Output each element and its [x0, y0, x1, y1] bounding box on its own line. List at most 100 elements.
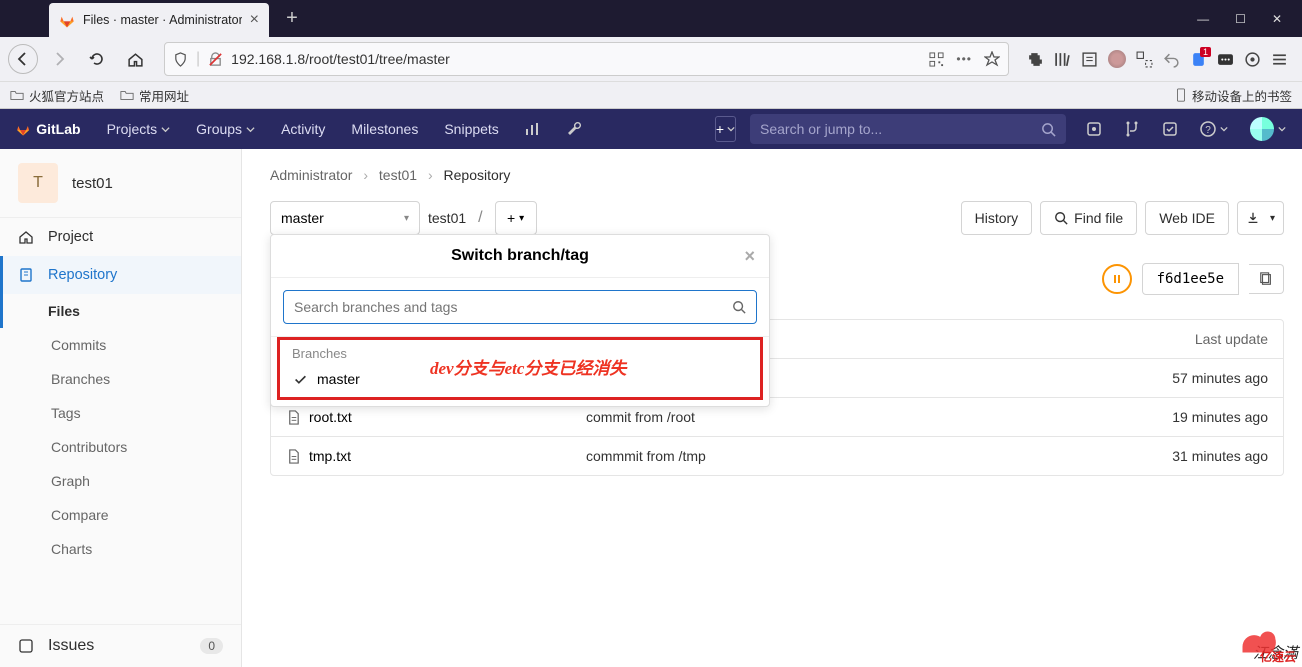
gitlab-header: GitLab Projects Groups Activity Mileston…	[0, 109, 1302, 149]
page-body: T test01 Project Repository Files Commit…	[0, 149, 1302, 667]
crumb-administrator[interactable]: Administrator	[270, 167, 352, 183]
shield-ext-icon[interactable]	[1244, 51, 1261, 68]
sidebar-sub-branches[interactable]: Branches	[0, 362, 241, 396]
undo-icon[interactable]	[1163, 51, 1180, 68]
browser-toolbar-right	[1021, 50, 1294, 68]
download-dropdown[interactable]: ▾	[1237, 201, 1284, 235]
user-menu[interactable]	[1250, 117, 1286, 141]
nav-milestones[interactable]: Milestones	[341, 121, 428, 137]
new-dropdown[interactable]: +	[715, 116, 736, 142]
crumb-project[interactable]: test01	[379, 167, 417, 183]
library-icon[interactable]	[1054, 51, 1071, 68]
commit-sha[interactable]: f6d1ee5e	[1142, 263, 1239, 295]
forward-button[interactable]	[42, 42, 76, 76]
branch-search-input[interactable]	[294, 299, 732, 315]
reload-button[interactable]	[80, 42, 114, 76]
file-time: 31 minutes ago	[1068, 448, 1268, 464]
chevron-down-icon	[161, 125, 170, 134]
profile-avatar-icon[interactable]	[1108, 50, 1126, 68]
gitlab-icon	[59, 12, 75, 28]
ci-status-pending-icon[interactable]	[1102, 264, 1132, 294]
close-icon[interactable]: ×	[744, 246, 755, 267]
search-input[interactable]	[760, 121, 1041, 137]
nav-activity[interactable]: Activity	[271, 121, 335, 137]
nav-admin-wrench-icon[interactable]	[557, 121, 593, 137]
merge-requests-icon[interactable]	[1124, 121, 1140, 137]
search-icon[interactable]	[1041, 122, 1056, 137]
bookmark-firefox[interactable]: 火狐官方站点	[10, 86, 104, 105]
add-file-dropdown[interactable]: + ▾	[495, 201, 537, 235]
window-minimize-icon[interactable]: —	[1197, 12, 1209, 26]
sidebar-item-project[interactable]: Project	[0, 218, 241, 256]
gitlab-brand[interactable]: GitLab	[36, 121, 80, 137]
table-row[interactable]: tmp.txt commmit from /tmp 31 minutes ago	[271, 437, 1283, 475]
copy-sha-button[interactable]	[1249, 264, 1284, 294]
sidebar-sub-graph[interactable]: Graph	[0, 464, 241, 498]
crumb-current: Repository	[444, 167, 511, 183]
find-file-button[interactable]: Find file	[1040, 201, 1137, 235]
reader-icon[interactable]	[1081, 51, 1098, 68]
container-icon[interactable]	[1217, 51, 1234, 68]
extensions-icon[interactable]	[1027, 51, 1044, 68]
mobile-icon	[1175, 88, 1187, 102]
help-dropdown[interactable]: ?	[1200, 121, 1228, 137]
hamburger-menu-icon[interactable]	[1271, 51, 1288, 68]
qr-icon[interactable]	[929, 52, 944, 67]
mobile-bookmarks[interactable]: 移动设备上的书签	[1175, 86, 1292, 105]
urlbar-actions: •••	[929, 51, 1000, 67]
gitlab-logo-icon[interactable]	[16, 118, 30, 140]
url-bar[interactable]: | 192.168.1.8/root/test01/tree/master ••…	[164, 42, 1009, 76]
sidebar-item-label: Repository	[48, 267, 117, 283]
nav-groups[interactable]: Groups	[186, 121, 265, 137]
todos-icon[interactable]	[1162, 121, 1178, 137]
global-search[interactable]	[750, 114, 1066, 144]
sidebar-sub-commits[interactable]: Commits	[0, 328, 241, 362]
nav-label: Groups	[196, 121, 242, 137]
bookmarks-bar: 火狐官方站点 常用网址 移动设备上的书签	[0, 81, 1302, 109]
download-icon	[1246, 211, 1260, 225]
branch-popup-header: Switch branch/tag ×	[271, 235, 769, 278]
chevron-down-icon	[727, 125, 735, 133]
window-controls: — ☐ ✕	[1197, 12, 1302, 26]
file-text-icon	[286, 449, 301, 464]
file-bar: master ▾ test01 / + ▾ History Find file …	[270, 201, 1284, 235]
home-button[interactable]	[118, 42, 152, 76]
web-ide-button[interactable]: Web IDE	[1145, 201, 1229, 235]
path-root[interactable]: test01	[428, 210, 466, 226]
browser-tab-active[interactable]: Files · master · Administrator ×	[49, 3, 269, 37]
sidebar-item-issues[interactable]: Issues 0	[0, 624, 241, 667]
sidebar-sub-contributors[interactable]: Contributors	[0, 430, 241, 464]
nav-snippets[interactable]: Snippets	[434, 121, 508, 137]
issues-icon[interactable]	[1086, 121, 1102, 137]
notification-icon[interactable]	[1190, 51, 1207, 68]
browser-nav-bar: | 192.168.1.8/root/test01/tree/master ••…	[0, 37, 1302, 81]
project-avatar: T	[18, 163, 58, 203]
window-close-icon[interactable]: ✕	[1272, 12, 1282, 26]
branch-dropdown[interactable]: master ▾	[270, 201, 420, 235]
more-icon[interactable]: •••	[956, 52, 972, 66]
sidebar-sub-charts[interactable]: Charts	[0, 532, 241, 566]
clipboard-icon	[1259, 272, 1273, 286]
nav-analytics-icon[interactable]	[515, 121, 551, 137]
chevron-down-icon	[246, 125, 255, 134]
window-maximize-icon[interactable]: ☐	[1235, 12, 1246, 26]
sidebar-sub-files[interactable]: Files	[0, 294, 241, 328]
chevron-down-icon	[1220, 125, 1228, 133]
sidebar-sub-compare[interactable]: Compare	[0, 498, 241, 532]
history-button[interactable]: History	[961, 201, 1033, 235]
branch-search[interactable]	[283, 290, 757, 324]
issues-icon	[18, 638, 34, 654]
sidebar-sub-tags[interactable]: Tags	[0, 396, 241, 430]
screenshot-icon[interactable]	[1136, 51, 1153, 68]
bookmark-star-icon[interactable]	[984, 51, 1000, 67]
insecure-lock-icon	[208, 52, 223, 67]
new-tab-button[interactable]: +	[277, 4, 307, 34]
project-header[interactable]: T test01	[0, 149, 241, 218]
nav-projects[interactable]: Projects	[97, 121, 181, 137]
tab-close-icon[interactable]: ×	[250, 11, 259, 29]
back-button[interactable]	[8, 44, 38, 74]
bookmark-common[interactable]: 常用网址	[120, 86, 189, 105]
sidebar-item-repository[interactable]: Repository	[0, 256, 241, 294]
file-time: 57 minutes ago	[1068, 370, 1268, 386]
search-icon[interactable]	[732, 300, 746, 314]
